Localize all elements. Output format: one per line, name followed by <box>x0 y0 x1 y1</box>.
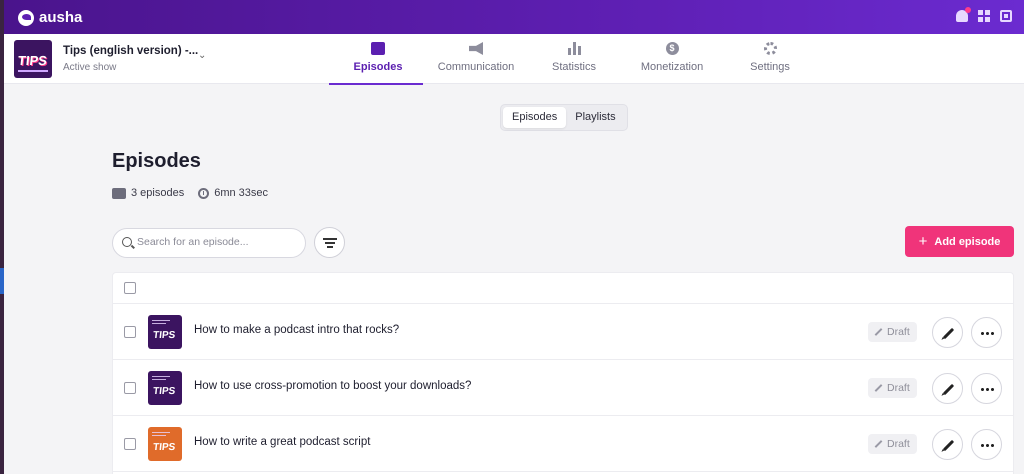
row-checkbox[interactable] <box>124 438 136 450</box>
search-icon <box>122 237 132 247</box>
draft-pencil-icon <box>874 328 883 336</box>
tab-statistics-label: Statistics <box>551 61 596 73</box>
segment-playlists[interactable]: Playlists <box>566 107 624 128</box>
episode-title[interactable]: How to use cross-promotion to boost your… <box>194 380 471 392</box>
episode-count: 3 episodes <box>131 187 185 199</box>
top-bar: ausha <box>4 0 1024 34</box>
search-input[interactable] <box>137 236 297 248</box>
edit-button[interactable] <box>932 317 963 348</box>
show-cover[interactable]: TIPS TIPS <box>14 40 52 78</box>
episodes-icon <box>371 42 385 55</box>
filter-icon <box>323 238 337 240</box>
episode-title[interactable]: How to write a great podcast script <box>194 436 370 448</box>
more-dots-icon <box>980 332 994 335</box>
app-logo[interactable]: ausha <box>18 9 82 26</box>
chevron-down-icon[interactable]: ⌄ <box>198 50 206 61</box>
app-name: ausha <box>39 9 83 26</box>
draft-pencil-icon <box>874 384 883 392</box>
show-header: TIPS TIPS Tips (english version) -... Ac… <box>4 34 1024 85</box>
pencil-icon <box>942 383 955 396</box>
plus-icon: + <box>918 233 928 250</box>
draft-pencil-icon <box>874 440 883 448</box>
bell-icon[interactable] <box>956 7 971 22</box>
page-title: Episodes <box>112 150 201 172</box>
episodes-table: TIPS How to make a podcast intro that ro… <box>112 272 1014 474</box>
add-episode-button[interactable]: + Add episode <box>905 226 1014 257</box>
tab-monetization[interactable]: $ Monetization <box>623 34 721 84</box>
row-checkbox[interactable] <box>124 326 136 338</box>
episode-cover-text: TIPS <box>152 442 176 453</box>
episode-cover: TIPS <box>148 371 182 405</box>
show-cover-text: TIPS <box>17 53 48 68</box>
status-badge: Draft <box>868 378 917 398</box>
filter-button[interactable] <box>314 227 345 258</box>
episode-cover: TIPS <box>148 315 182 349</box>
window-edge-marker <box>0 268 4 294</box>
gift-icon[interactable] <box>978 10 990 22</box>
table-header <box>113 273 1013 304</box>
tab-episodes-label: Episodes <box>353 61 403 73</box>
pencil-icon <box>942 327 955 340</box>
search-box <box>112 228 306 258</box>
status-label: Draft <box>887 382 910 394</box>
megaphone-icon <box>469 42 483 55</box>
episode-title[interactable]: How to make a podcast intro that rocks? <box>194 324 399 336</box>
briefcase-icon[interactable] <box>1000 10 1012 22</box>
status-label: Draft <box>887 438 910 450</box>
more-dots-icon <box>980 444 994 447</box>
total-duration: 6mn 33sec <box>214 187 269 199</box>
table-row[interactable]: TIPS How to use cross-promotion to boost… <box>113 360 1013 416</box>
show-cover-strip <box>18 70 48 72</box>
show-status: Active show <box>63 62 117 73</box>
dollar-icon: $ <box>665 42 679 55</box>
more-options-button[interactable] <box>971 373 1002 404</box>
top-bar-icons <box>956 7 1012 22</box>
ausha-logo-icon <box>18 9 34 26</box>
episode-cover-lines <box>152 320 170 326</box>
episode-cover-lines <box>152 432 170 438</box>
segment-episodes[interactable]: Episodes <box>503 107 567 128</box>
select-all-checkbox[interactable] <box>124 282 136 294</box>
episodes-summary: 3 episodes 6mn 33sec <box>112 187 268 199</box>
filter-icon-line <box>327 246 333 248</box>
row-checkbox[interactable] <box>124 382 136 394</box>
more-options-button[interactable] <box>971 317 1002 348</box>
show-title[interactable]: Tips (english version) -... <box>63 45 198 57</box>
more-options-button[interactable] <box>971 429 1002 460</box>
notification-dot <box>965 7 971 13</box>
episode-cover-text: TIPS <box>152 330 176 341</box>
tab-communication-label: Communication <box>437 61 515 73</box>
episode-cover-lines <box>152 376 170 382</box>
status-badge: Draft <box>868 322 917 342</box>
episode-cover: TIPS <box>148 427 182 461</box>
episodes-count-icon <box>112 187 126 199</box>
gear-icon <box>763 42 777 55</box>
filter-icon-line <box>325 242 335 244</box>
tab-monetization-label: Monetization <box>640 61 704 73</box>
tab-settings-label: Settings <box>750 61 790 73</box>
tab-episodes[interactable]: Episodes <box>329 34 427 85</box>
episode-cover-text: TIPS <box>152 386 176 397</box>
view-switcher: Episodes Playlists <box>500 104 628 131</box>
tab-communication[interactable]: Communication <box>427 34 525 84</box>
tab-statistics[interactable]: Statistics <box>525 34 623 84</box>
table-row[interactable]: TIPS How to write a great podcast script… <box>113 416 1013 472</box>
pencil-icon <box>942 439 955 452</box>
status-badge: Draft <box>868 434 917 454</box>
edit-button[interactable] <box>932 429 963 460</box>
tab-settings[interactable]: Settings <box>721 34 819 84</box>
main-nav: Episodes Communication Statistics $ Mone… <box>329 34 819 85</box>
table-row[interactable]: TIPS How to make a podcast intro that ro… <box>113 304 1013 360</box>
add-episode-label: Add episode <box>934 235 1001 248</box>
edit-button[interactable] <box>932 373 963 404</box>
status-label: Draft <box>887 326 910 338</box>
timer-icon <box>198 187 210 199</box>
more-dots-icon <box>980 388 994 391</box>
bar-chart-icon <box>567 42 581 55</box>
